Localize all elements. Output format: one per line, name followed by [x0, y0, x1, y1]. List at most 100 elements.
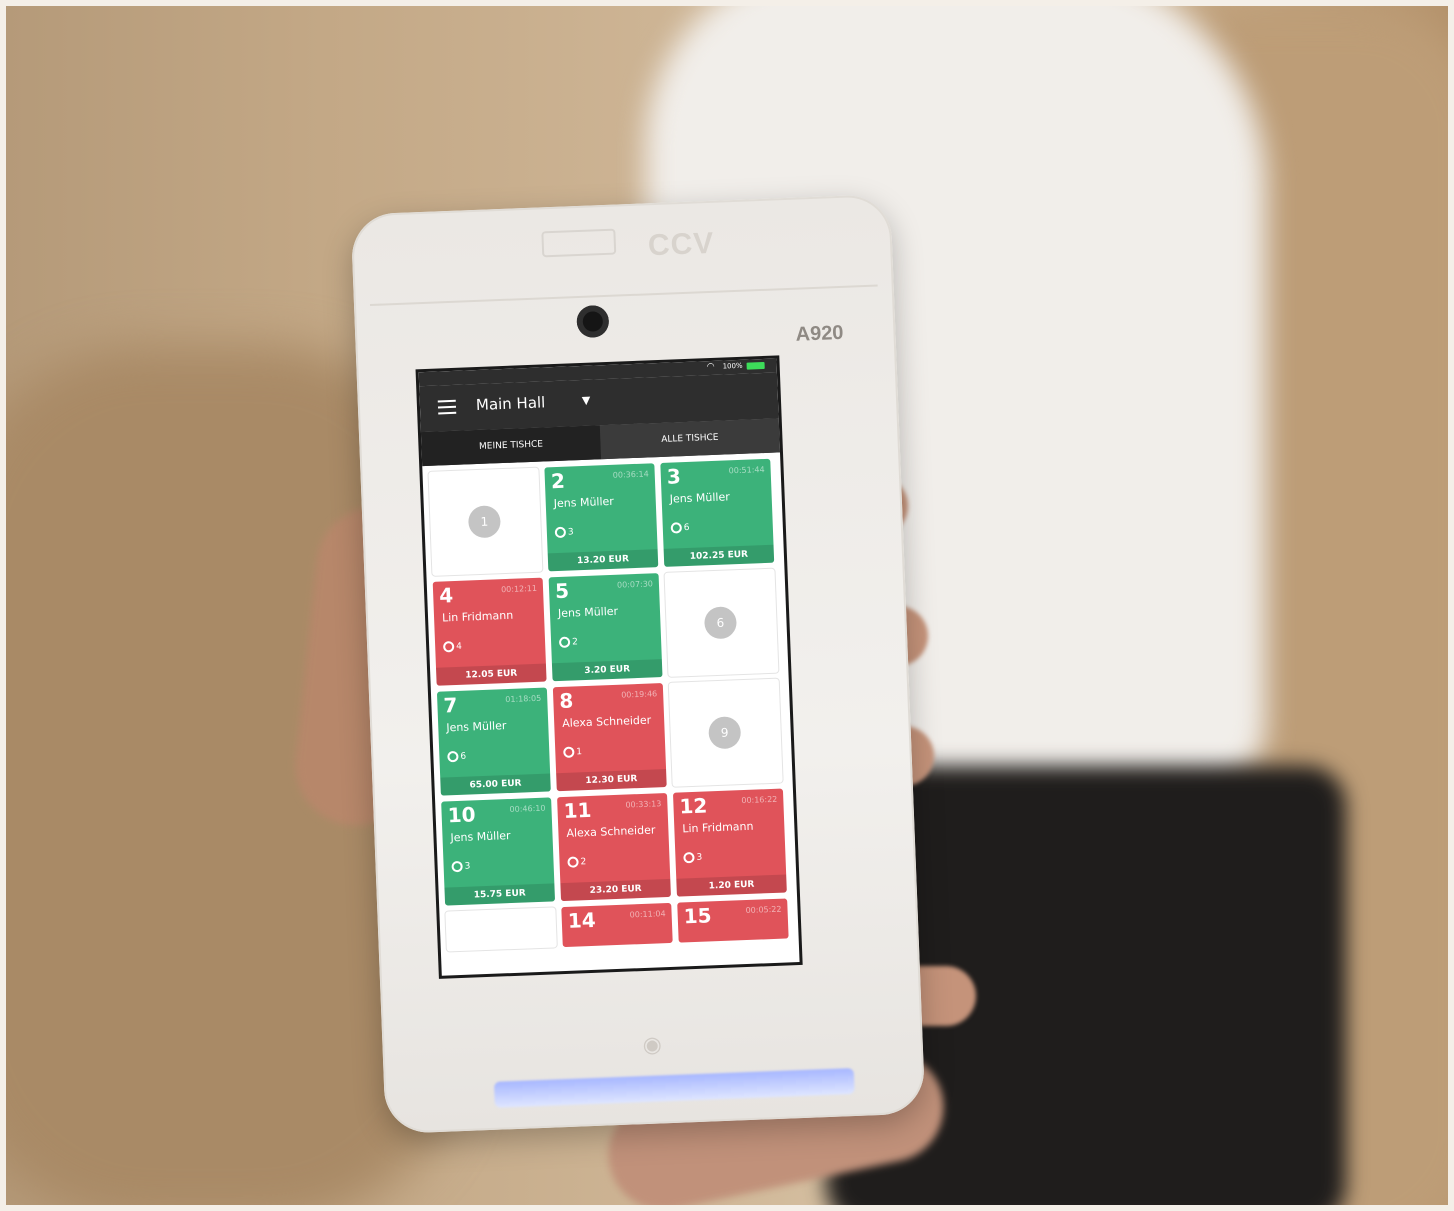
guest-count-value: 2: [571, 637, 579, 648]
table-number: 9: [708, 716, 742, 750]
guest-count: 6: [670, 522, 690, 534]
table-total: 12.05 EUR: [435, 663, 547, 686]
table-tile[interactable]: 10 00:46:10 Jens Müller 3 15.75 EUR: [441, 797, 556, 906]
guest-count-value: 3: [567, 527, 574, 538]
table-number: 5: [554, 578, 570, 604]
waiter-name: Lin Fridmann: [441, 608, 514, 625]
table-tile[interactable]: 4 00:12:11 Lin Fridmann 4 12.05 EUR: [432, 577, 547, 686]
table-timer: 00:07:30: [616, 579, 654, 590]
table-tile[interactable]: 8 00:19:46 Alexa Schneider 1 12.30 EUR: [552, 683, 667, 792]
table-tile[interactable]: 6: [664, 568, 779, 677]
table-tile[interactable]: 11 00:33:13 Alexa Schneider 2 23.20 EUR: [557, 792, 671, 902]
person-icon: [563, 746, 575, 758]
guest-count: 3: [683, 851, 703, 864]
waiter-name: Jens Müller: [553, 494, 615, 511]
person-icon: [451, 860, 463, 873]
terminal-screen: ◠ 100% Main Hall ▼ MEINE TISHCE ALLE TIS…: [418, 358, 800, 976]
photo-background: CCV A920 ◉ ◠ 100% Main Hall ▼ MEINE TISH…: [6, 6, 1448, 1205]
contactless-icon: ◉: [642, 1032, 663, 1059]
guest-count-value: 6: [460, 751, 467, 762]
table-total: 12.30 EUR: [556, 769, 667, 792]
table-tile[interactable]: 5 00:07:30 Jens Müller 2 3.20 EUR: [548, 573, 663, 682]
table-total: 1.20 EUR: [676, 874, 787, 897]
guest-count: 6: [447, 750, 467, 763]
person-icon: [558, 636, 571, 649]
waiter-name: Jens Müller: [669, 490, 730, 506]
table-timer: 00:51:44: [728, 464, 765, 476]
tab-my-tables[interactable]: MEINE TISHCE: [420, 425, 602, 467]
table-number: 12: [679, 793, 708, 819]
table-number: 15: [683, 903, 713, 929]
waiter-name: Alexa Schneider: [561, 713, 652, 730]
person-icon: [447, 750, 459, 763]
guest-count-value: 1: [576, 747, 583, 758]
waiter-name: Jens Müller: [450, 829, 511, 845]
guest-count-value: 4: [456, 641, 463, 652]
table-tile[interactable]: 9: [668, 678, 783, 787]
table-timer: 00:33:13: [625, 799, 662, 810]
guest-count-value: 3: [696, 852, 703, 863]
table-number: 2: [550, 468, 566, 494]
table-timer: 00:16:22: [741, 794, 778, 806]
waiter-name: Lin Fridmann: [682, 819, 754, 836]
receipt-printer-icon: [541, 228, 617, 258]
table-number: 3: [666, 464, 682, 489]
guest-count-value: 2: [580, 857, 587, 868]
table-number: 14: [567, 907, 597, 933]
waiter-name: Jens Müller: [557, 604, 619, 621]
guest-count: 3: [554, 526, 574, 539]
waiter-name: Jens Müller: [446, 719, 507, 735]
table-grid: 1 2 00:36:14 Jens Müller 3 13.20 EUR 3 00:51:44…: [428, 458, 792, 952]
guest-count-value: 3: [464, 861, 471, 872]
table-tile[interactable]: 2 00:36:14 Jens Müller 3 13.20 EUR: [544, 463, 659, 572]
table-total: 102.25 EUR: [663, 544, 775, 567]
table-total: 13.20 EUR: [547, 549, 659, 572]
person-icon: [670, 522, 683, 534]
payment-terminal: CCV A920 ◉ ◠ 100% Main Hall ▼ MEINE TISH…: [350, 193, 926, 1135]
table-tile[interactable]: 12 00:16:22 Lin Fridmann 3 1.20 EUR: [672, 788, 787, 897]
table-tile[interactable]: 7 01:18:05 Jens Müller 6 65.00 EUR: [436, 687, 551, 796]
table-number: 6: [703, 606, 738, 640]
table-tile[interactable]: 3 00:51:44 Jens Müller 6 102.25 EUR: [660, 458, 775, 567]
table-total: 15.75 EUR: [444, 883, 556, 906]
table-number: 8: [558, 688, 574, 714]
tab-all-tables[interactable]: ALLE TISHCE: [599, 418, 780, 460]
table-number: 11: [563, 797, 592, 823]
guest-count: 2: [558, 636, 579, 649]
guest-count-value: 6: [683, 522, 690, 534]
guest-count: 2: [567, 856, 586, 868]
person-icon: [683, 851, 695, 864]
table-tile[interactable]: 14 00:11:04: [561, 902, 673, 948]
table-timer: 00:19:46: [621, 689, 658, 700]
table-tile[interactable]: 15 00:05:22: [677, 898, 789, 943]
table-timer: 00:46:10: [509, 803, 546, 815]
table-timer: 00:05:22: [745, 904, 782, 916]
guest-count: 4: [442, 641, 463, 653]
chevron-down-icon[interactable]: ▼: [582, 394, 591, 407]
waiter-name: Alexa Schneider: [566, 823, 656, 840]
person-icon: [567, 856, 579, 868]
table-tile[interactable]: 1: [428, 467, 543, 576]
table-total: 23.20 EUR: [560, 878, 671, 902]
person-icon: [554, 526, 567, 539]
table-tile[interactable]: [445, 907, 557, 952]
person-icon: [442, 641, 455, 653]
wifi-icon: ◠: [706, 361, 715, 373]
battery-percent: 100%: [722, 361, 743, 371]
table-timer: 01:18:05: [505, 693, 542, 705]
brand-logo: CCV: [647, 226, 715, 263]
table-number: 7: [442, 692, 458, 718]
table-timer: 00:12:11: [500, 583, 538, 595]
guest-count: 1: [563, 746, 582, 758]
table-timer: 00:36:14: [612, 469, 649, 480]
table-number: 1: [467, 505, 502, 539]
guest-count: 3: [451, 860, 471, 873]
table-total: 3.20 EUR: [551, 659, 663, 682]
table-number: 10: [447, 802, 476, 828]
hamburger-menu-icon[interactable]: [437, 399, 457, 415]
table-number: 4: [438, 583, 454, 608]
model-label: A920: [795, 321, 844, 346]
table-total: 65.00 EUR: [440, 773, 551, 796]
table-timer: 00:11:04: [629, 909, 666, 920]
hall-selector[interactable]: Main Hall: [476, 393, 546, 414]
